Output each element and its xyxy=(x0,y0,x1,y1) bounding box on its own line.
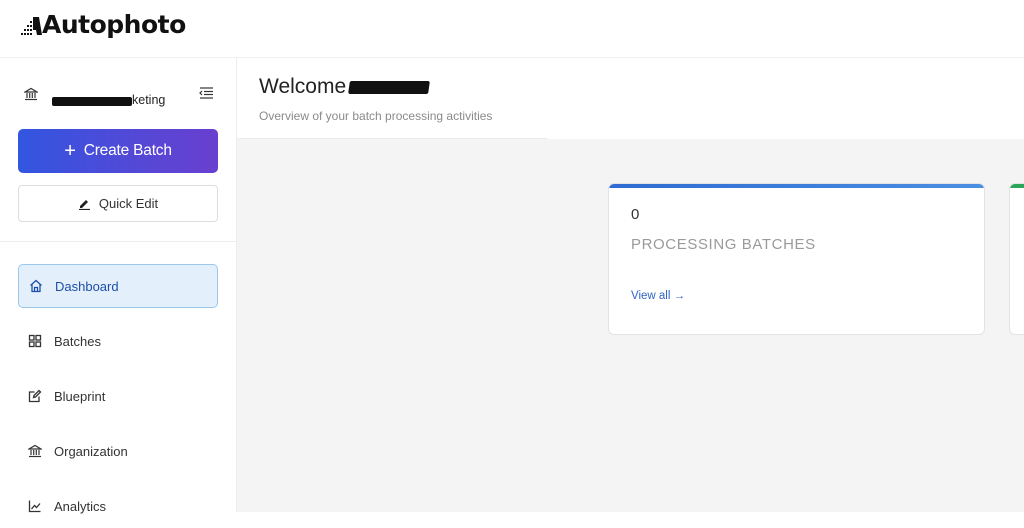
sidebar-item-label: Analytics xyxy=(54,498,107,514)
card-accent-bar xyxy=(609,184,984,188)
sidebar-item-organization[interactable]: Organization xyxy=(18,429,218,473)
redacted-user-name xyxy=(348,80,431,94)
view-all-link[interactable]: View all → xyxy=(631,290,685,302)
create-batch-button[interactable]: + Create Batch xyxy=(18,129,218,173)
edit-icon xyxy=(28,389,42,403)
sidebar-item-analytics[interactable]: Analytics xyxy=(18,484,218,528)
pencil-icon xyxy=(78,199,90,210)
card-accent-bar xyxy=(1010,184,1024,188)
main-content: Welcome Overview of your batch processin… xyxy=(237,58,1024,512)
sidebar-item-batches[interactable]: Batches xyxy=(18,319,218,363)
processing-batches-card: 0 PROCESSING BATCHES View all → xyxy=(608,183,985,335)
processing-batches-label: PROCESSING BATCHES xyxy=(631,236,816,253)
bank-icon xyxy=(22,87,40,101)
sidebar-item-label: Organization xyxy=(54,443,128,459)
top-bar: Autophoto xyxy=(0,0,1024,58)
create-batch-label: Create Batch xyxy=(83,142,172,159)
sidebar-item-label: Batches xyxy=(54,333,101,349)
page-title: Welcome xyxy=(259,75,431,99)
logo-mark-icon xyxy=(20,11,42,39)
plus-icon: + xyxy=(64,140,76,162)
sidebar-divider xyxy=(0,241,236,242)
page-subtitle: Overview of your batch processing activi… xyxy=(259,109,493,123)
header-divider xyxy=(237,138,547,139)
grid-icon xyxy=(28,334,42,348)
sidebar-item-blueprint[interactable]: Blueprint xyxy=(18,374,218,418)
quick-edit-label: Quick Edit xyxy=(98,196,159,211)
stat-card-partial xyxy=(1009,183,1024,335)
quick-edit-button[interactable]: Quick Edit xyxy=(18,185,218,222)
collapse-sidebar-icon[interactable] xyxy=(198,86,214,100)
sidebar-item-dashboard[interactable]: Dashboard xyxy=(18,264,218,308)
processing-batches-count: 0 xyxy=(631,206,640,223)
sidebar: keting + Create Batch Quick Edit Dashboa… xyxy=(0,58,237,514)
welcome-text: Welcome xyxy=(259,75,347,98)
home-icon xyxy=(30,279,42,293)
org-switcher[interactable]: keting xyxy=(22,84,214,107)
sidebar-item-label: Blueprint xyxy=(54,388,106,404)
logo-text: Autophoto xyxy=(42,10,186,39)
bank-icon xyxy=(28,444,42,458)
chart-icon xyxy=(28,500,41,513)
app-logo[interactable]: Autophoto xyxy=(20,10,186,39)
sidebar-item-label: Dashboard xyxy=(55,278,119,294)
page-header: Welcome Overview of your batch processin… xyxy=(237,58,1024,139)
